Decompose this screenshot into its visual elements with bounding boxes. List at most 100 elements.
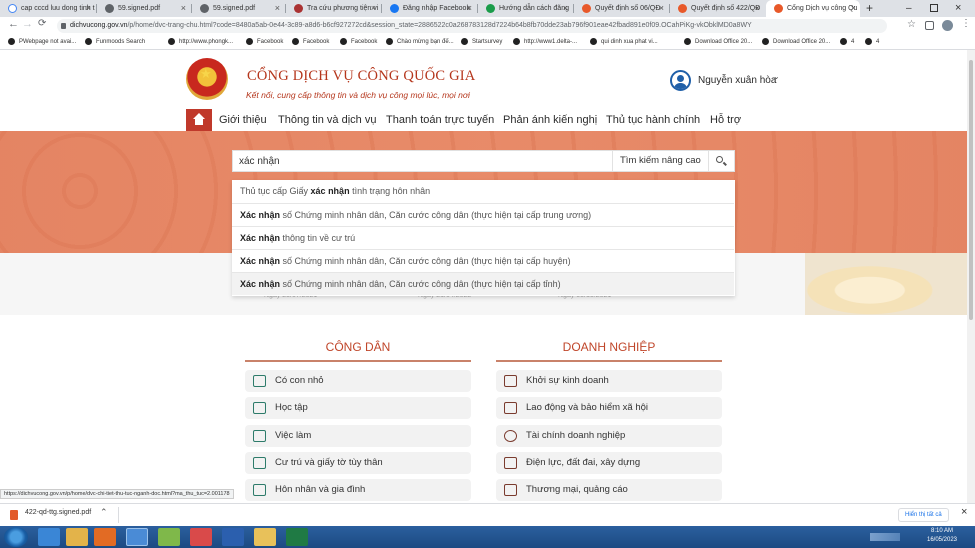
excel-icon[interactable]: [286, 528, 308, 546]
bookmark-label: Download Office 20...: [695, 39, 753, 45]
suggestion-item[interactable]: Xác nhận thông tin về cư trú: [232, 226, 734, 249]
bookmark-item[interactable]: Facebook: [246, 35, 283, 50]
nav-thong-tin-dich-vu[interactable]: Thông tin và dịch vụ: [278, 109, 376, 131]
nav-gioi-thieu[interactable]: Giới thiệu: [219, 109, 267, 131]
browser-tab[interactable]: Đăng nhập Facebook ×: [382, 0, 476, 17]
citizen-item-hoc-tap[interactable]: Học tập: [245, 397, 471, 419]
show-all-button[interactable]: Hiển thị tất cả: [898, 508, 949, 522]
explorer-icon[interactable]: [66, 528, 88, 546]
maximize-icon[interactable]: [930, 4, 938, 12]
site-title[interactable]: CỔNG DỊCH VỤ CÔNG QUỐC GIA: [247, 68, 475, 85]
suggestion-item-hovered[interactable]: Xác nhận số Chứng minh nhân dân, Căn cướ…: [232, 272, 734, 295]
advanced-search-button[interactable]: Tìm kiếm nâng cao: [620, 151, 701, 171]
user-name[interactable]: Nguyễn xuân hòa: [698, 75, 776, 86]
bookmark-item[interactable]: http://www1.delta-...: [513, 35, 577, 50]
close-tab-icon[interactable]: ×: [563, 0, 568, 17]
national-emblem-logo[interactable]: ★: [186, 58, 228, 100]
start-button[interactable]: [4, 527, 28, 547]
search-icon[interactable]: [716, 156, 723, 163]
word-icon[interactable]: [222, 528, 244, 546]
star-icon[interactable]: ☆: [907, 19, 916, 30]
browser-tab-active[interactable]: Cổng Dịch vụ công Qu ×: [766, 0, 860, 17]
address-bar[interactable]: dichvucong.gov.vn/p/home/dvc-trang-chu.h…: [57, 19, 887, 33]
suggestion-item[interactable]: Xác nhận số Chứng minh nhân dân, Căn cướ…: [232, 249, 734, 272]
close-tab-icon[interactable]: ×: [181, 0, 186, 17]
business-item-thuong-mai[interactable]: Thương mại, quảng cáo: [496, 479, 722, 501]
close-tab-icon[interactable]: ×: [659, 0, 664, 17]
firefox-icon[interactable]: [94, 528, 116, 546]
site-icon: [294, 4, 303, 13]
bookmark-item[interactable]: Chào mừng bạn đế...: [386, 35, 454, 50]
business-item-lao-dong[interactable]: Lao động và bảo hiểm xã hội: [496, 397, 722, 419]
browser-tab[interactable]: Quyết định số 422/QĐ ×: [670, 0, 764, 17]
back-icon[interactable]: ←: [8, 18, 19, 30]
citizen-item-cu-tru[interactable]: Cư trú và giấy tờ tùy thân: [245, 452, 471, 474]
user-avatar-icon[interactable]: [670, 70, 691, 91]
chevron-up-icon[interactable]: ⌃: [100, 507, 108, 518]
browser-tab[interactable]: Tra cứu phương tiện vi ×: [286, 0, 380, 17]
close-tab-icon[interactable]: ×: [467, 0, 472, 17]
extension-icon[interactable]: [925, 21, 934, 30]
folder-icon[interactable]: [254, 528, 276, 546]
bookmark-item[interactable]: 4: [865, 35, 879, 50]
nav-ho-tro[interactable]: Hỗ trợ: [710, 109, 741, 131]
tray-icons[interactable]: [870, 533, 900, 541]
download-file-name[interactable]: 422-qd-ttg.signed.pdf: [25, 509, 91, 516]
minimize-icon[interactable]: –: [906, 0, 912, 17]
tab-title: Hướng dẫn cách đăng: [499, 5, 569, 12]
rocket-icon: [504, 375, 517, 387]
bookmark-item[interactable]: Facebook: [292, 35, 329, 50]
chevron-down-icon[interactable]: ⌄: [773, 72, 780, 81]
reload-icon[interactable]: ⟳: [38, 18, 46, 29]
bookmark-item[interactable]: Download Office 20...: [762, 35, 830, 50]
close-window-icon[interactable]: ×: [955, 0, 961, 17]
search-input[interactable]: [233, 151, 611, 171]
bookmark-item[interactable]: qui dinh xua phat vi...: [590, 35, 658, 50]
citizen-item-viec-lam[interactable]: Việc làm: [245, 425, 471, 447]
close-tab-icon[interactable]: ×: [275, 0, 280, 17]
profile-avatar[interactable]: [942, 20, 953, 31]
bookmark-item[interactable]: PWebpage not avai...: [8, 35, 76, 50]
new-tab-icon[interactable]: +: [866, 0, 873, 17]
zalo-icon[interactable]: [190, 528, 212, 546]
ie-icon[interactable]: [38, 528, 60, 546]
bookmark-item[interactable]: Facebook: [340, 35, 377, 50]
browser-tab[interactable]: Hướng dẫn cách đăng ×: [478, 0, 572, 17]
scrollbar-thumb[interactable]: [969, 60, 973, 320]
page-icon: [762, 37, 769, 45]
citizen-item-co-con-nho[interactable]: Có con nhỏ: [245, 370, 471, 392]
citizen-heading[interactable]: CÔNG DÂN: [245, 340, 471, 354]
nav-thu-tuc[interactable]: Thủ tục hành chính: [606, 109, 700, 131]
close-tab-icon[interactable]: ×: [755, 0, 760, 17]
nav-phan-anh[interactable]: Phản ánh kiến nghị: [503, 109, 597, 131]
coccoc-icon[interactable]: [158, 528, 180, 546]
citizen-item-hon-nhan[interactable]: Hôn nhân và gia đình: [245, 479, 471, 501]
bookmark-item[interactable]: Funmoods Search: [85, 35, 145, 50]
business-item-dien-luc[interactable]: Điện lực, đất đai, xây dựng: [496, 452, 722, 474]
home-button[interactable]: [186, 109, 212, 131]
nav-thanh-toan[interactable]: Thanh toán trực tuyến: [386, 109, 494, 131]
bookmark-item[interactable]: http://www.phongk...: [168, 35, 233, 50]
clock-time[interactable]: 8:10 AM: [922, 528, 962, 534]
suggestion-item[interactable]: Xác nhận số Chứng minh nhân dân, Căn cướ…: [232, 203, 734, 226]
business-item-tai-chinh[interactable]: Tài chính doanh nghiệp: [496, 425, 722, 447]
menu-icon[interactable]: ⋮: [961, 18, 971, 29]
clock-date[interactable]: 16/05/2023: [922, 537, 962, 543]
browser-tab[interactable]: Quyết định số 06/QĐ- ×: [574, 0, 668, 17]
globe-icon: [200, 4, 209, 13]
close-tab-icon[interactable]: ×: [371, 0, 376, 17]
bookmark-item[interactable]: Startsurvey: [461, 35, 502, 50]
suggestion-item[interactable]: Thủ tục cấp Giấy xác nhận tình trạng hôn…: [232, 180, 734, 203]
forward-icon[interactable]: →: [22, 18, 33, 30]
close-tab-icon[interactable]: ×: [851, 0, 856, 17]
browser-tab[interactable]: 59.signed.pdf ×: [97, 0, 190, 17]
business-heading[interactable]: DOANH NGHIỆP: [496, 340, 722, 354]
close-downloads-icon[interactable]: ×: [961, 506, 967, 518]
close-tab-icon[interactable]: ×: [86, 0, 91, 17]
bookmark-item[interactable]: Download Office 20...: [684, 35, 752, 50]
bookmark-item[interactable]: 4: [840, 35, 854, 50]
browser-tab[interactable]: 59.signed.pdf ×: [192, 0, 284, 17]
browser-tab[interactable]: cap cccd luu dong tinh t ×: [0, 0, 95, 17]
business-item-khoi-su[interactable]: Khởi sự kinh doanh: [496, 370, 722, 392]
chrome-icon[interactable]: [126, 528, 148, 546]
